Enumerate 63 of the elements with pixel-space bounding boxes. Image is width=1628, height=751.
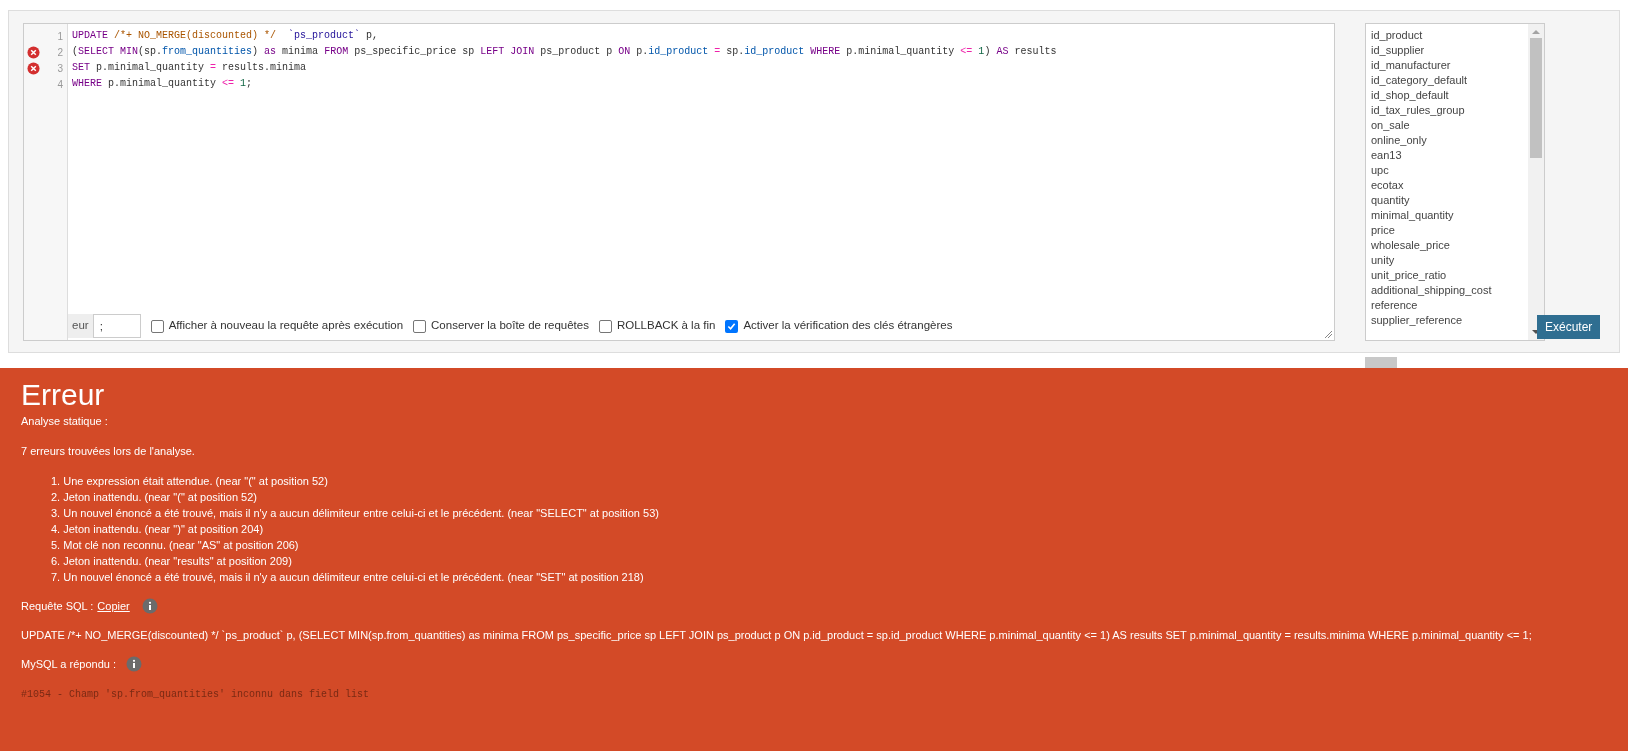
code-line: WHERE p.minimal_quantity <= 1;	[72, 77, 254, 91]
column-option[interactable]: additional_shipping_cost	[1371, 283, 1528, 298]
checkbox-label[interactable]: Conserver la boîte de requêtes	[431, 317, 589, 335]
line-number: 3	[57, 61, 63, 76]
sql-label: Requête SQL :	[21, 599, 94, 613]
resize-handle-icon[interactable]	[1324, 330, 1332, 338]
checkbox-label[interactable]: Afficher à nouveau la requête après exécution	[168, 317, 404, 335]
mysql-label: MySQL a répondu :	[21, 657, 116, 671]
code-line: SET p.minimal_quantity = results.minima	[72, 61, 308, 75]
copy-link[interactable]: Copier	[97, 599, 130, 613]
column-option[interactable]: minimal_quantity	[1371, 208, 1528, 223]
column-list[interactable]	[1365, 23, 1545, 341]
mysql-response: #1054 - Champ 'sp.from_quantities' inconnu dans field list	[21, 688, 371, 702]
column-option[interactable]: on_sale	[1371, 118, 1528, 133]
column-option[interactable]: price	[1371, 223, 1528, 238]
line-number: 1	[57, 29, 63, 44]
checkbox-label[interactable]: Activer la vérification des clés étrangères	[743, 317, 953, 335]
scrollbar-thumb[interactable]	[1365, 357, 1397, 368]
info-icon[interactable]	[126, 656, 142, 672]
checkbox[interactable]	[598, 319, 612, 333]
line-number: 2	[57, 45, 63, 60]
error-item: 7. Un nouvel énoncé a été trouvé, mais il n'y a aucun délimiteur entre celui-ci et le précédent. (near "SET" at position 218)	[51, 570, 645, 584]
code-line: (SELECT MIN(sp.from_quantities) as minima FROM ps_specific_price sp LEFT JOIN ps_product p ON p.id_product = sp.id_product WHERE p.minimal_quantity <= 1) AS results	[72, 45, 1057, 59]
error-item: 5. Mot clé non reconnu. (near "AS" at position 206)	[51, 538, 300, 552]
checkbox[interactable]	[150, 319, 164, 333]
column-option[interactable]: wholesale_price	[1371, 238, 1528, 253]
scrollbar-thumb[interactable]	[1530, 38, 1542, 158]
error-icon	[27, 61, 40, 75]
checkbox-label[interactable]: ROLLBACK à la fin	[616, 317, 716, 335]
column-option[interactable]: reference	[1371, 298, 1528, 313]
error-item: 1. Une expression était attendue. (near "(" at position 52)	[51, 474, 329, 488]
delimiter-label: eur	[68, 314, 93, 338]
column-option[interactable]: id_manufacturer	[1371, 58, 1528, 73]
column-option[interactable]: id_supplier	[1371, 43, 1528, 58]
column-option[interactable]: ean13	[1371, 148, 1528, 163]
error-summary: 7 erreurs trouvées lors de l'analyse.	[21, 444, 196, 458]
error-item: 3. Un nouvel énoncé a été trouvé, mais il n'y a aucun délimiteur entre celui-ci et le précédent. (near "SELECT" at position 53)	[51, 506, 660, 520]
column-option[interactable]: id_category_default	[1371, 73, 1528, 88]
execute-button[interactable]: Exécuter	[1537, 315, 1601, 339]
column-option[interactable]: online_only	[1371, 133, 1528, 148]
checkbox[interactable]	[413, 319, 427, 333]
column-option[interactable]: ecotax	[1371, 178, 1528, 193]
checkbox[interactable]	[725, 319, 739, 333]
sql-query: UPDATE /*+ NO_MERGE(discounted) */ `ps_product` p, (SELECT MIN(sp.from_quantities) as minima FROM ps_specific_price sp LEFT JOIN ps_product p ON p.id_product = sp.id_product WHERE p.minimal_quantity <= 1) AS results SET p.minimal_quantity = results.minima WHERE p.minimal_quantity <= 1;	[21, 628, 1533, 642]
error-item: 2. Jeton inattendu. (near "(" at position 52)	[51, 490, 258, 504]
error-item: 4. Jeton inattendu. (near ")" at position 204)	[51, 522, 265, 536]
column-option[interactable]: quantity	[1371, 193, 1528, 208]
subtitle: Analyse statique :	[21, 414, 109, 428]
checkmark-icon	[727, 321, 737, 331]
column-option[interactable]: upc	[1371, 163, 1528, 178]
column-option[interactable]: supplier_reference	[1371, 313, 1528, 328]
column-option[interactable]: unity	[1371, 253, 1528, 268]
column-option[interactable]: unit_price_ratio	[1371, 268, 1528, 283]
column-option[interactable]: id_product	[1371, 28, 1528, 43]
error-item: 6. Jeton inattendu. (near "results" at position 209)	[51, 554, 293, 568]
line-number: 4	[57, 77, 63, 92]
delimiter-field[interactable]: ;	[92, 314, 141, 338]
column-option[interactable]: id_shop_default	[1371, 88, 1528, 103]
info-icon[interactable]	[141, 598, 158, 614]
error-title: Erreur	[21, 378, 106, 412]
code-line: UPDATE /*+ NO_MERGE(discounted) */ `ps_product` p,	[72, 28, 380, 43]
column-option[interactable]: id_tax_rules_group	[1371, 103, 1528, 118]
error-icon	[27, 45, 40, 59]
